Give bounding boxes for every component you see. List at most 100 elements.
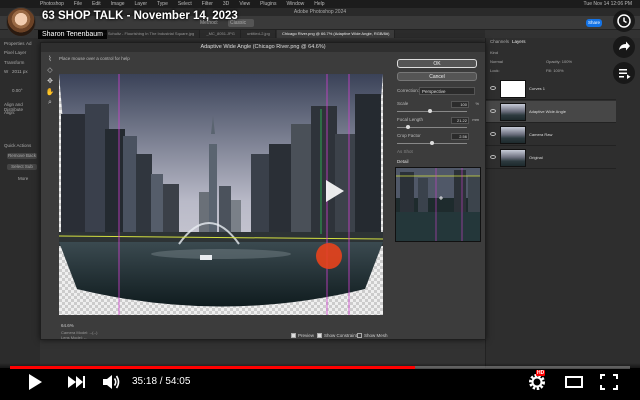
menu-item[interactable]: File [74, 1, 82, 7]
menu-item[interactable]: Window [286, 1, 304, 7]
fill-field[interactable]: Fill: 100% [546, 68, 606, 74]
next-icon[interactable] [65, 372, 87, 392]
doc-tab[interactable]: untitled-2.jpg [242, 30, 276, 38]
show-mesh-label: Show Mesh [364, 333, 388, 338]
center-play-icon[interactable] [326, 180, 344, 202]
preview-checkbox[interactable]: Preview [291, 333, 314, 339]
playlist-button[interactable] [613, 62, 635, 84]
menu-item[interactable]: Photoshop [40, 1, 64, 7]
play-icon[interactable] [24, 372, 46, 392]
layer-name: Adaptive Wide Angle [529, 109, 566, 114]
doc-tab[interactable]: John Schultz - Flourishing In The Indust… [93, 30, 201, 38]
focal-length-input[interactable]: 21.22 [451, 117, 469, 124]
menu-item[interactable]: Layer [135, 1, 148, 7]
progress-bar-played [10, 366, 415, 369]
correction-select[interactable]: Perspective [419, 87, 475, 95]
layer-row[interactable]: Curves 1 [486, 78, 616, 100]
eye-icon[interactable] [490, 132, 496, 136]
scale-control: Scale 100 % [397, 101, 481, 113]
lens-model: Lens Model: -- [61, 335, 87, 340]
menu-item[interactable]: View [239, 1, 250, 7]
as-shot-checkbox[interactable]: As Shot [397, 149, 481, 154]
constraint-tool-icon[interactable]: ⌇ [44, 55, 56, 66]
focal-length-label: Focal Length [397, 117, 424, 122]
channels-tab[interactable]: Channels [490, 39, 509, 44]
layers-tab[interactable]: Layers [512, 39, 526, 44]
adjustments-tab[interactable]: Ad [26, 41, 32, 46]
menu-item[interactable]: Type [157, 1, 168, 7]
menu-item[interactable]: Plugins [260, 1, 276, 7]
hand-tool-icon[interactable]: ✋ [44, 88, 56, 99]
detail-preview [395, 167, 481, 242]
scale-slider-track[interactable] [397, 111, 467, 112]
detail-preview-image [396, 168, 480, 241]
video-title[interactable]: 63 SHOP TALK - November 14, 2023 [42, 10, 238, 22]
quick-actions-label: Quick Actions [4, 143, 32, 148]
width-value[interactable]: 2011 px [12, 69, 28, 74]
ok-button[interactable]: OK [397, 59, 477, 68]
transform-label: Transform [4, 60, 25, 65]
system-clock: Tue Nov 14 12:06 PM [583, 1, 632, 7]
checkbox-icon[interactable] [357, 333, 362, 339]
scale-label: Scale [397, 101, 409, 106]
scale-input[interactable]: 100 [451, 101, 469, 108]
dialog-hint: Place mouse over a control for help [59, 56, 130, 61]
duration: 54:05 [165, 376, 191, 387]
select-subject-button[interactable]: Select Sub [7, 164, 37, 170]
menu-item[interactable]: 3D [223, 1, 229, 7]
playlist-icon [619, 69, 631, 79]
properties-tab[interactable]: Properties [4, 41, 25, 46]
menu-item[interactable]: Edit [92, 1, 101, 7]
layer-row[interactable]: Original [486, 147, 616, 169]
show-mesh-checkbox[interactable]: Show Mesh [357, 333, 388, 339]
menu-item[interactable]: Image [111, 1, 125, 7]
dialog-toolbox: ⌇ ◇ ✥ ✋ ⌕ [44, 55, 56, 110]
volume-icon[interactable] [100, 372, 122, 392]
crop-factor-control: Crop Factor 2.56 [397, 133, 481, 145]
eye-icon[interactable] [490, 86, 496, 90]
theater-icon[interactable] [563, 372, 585, 392]
kind-filter[interactable]: Kind [490, 50, 620, 56]
zoom-level[interactable]: 64.6% [61, 323, 74, 328]
eye-icon[interactable] [490, 109, 496, 113]
cancel-button[interactable]: Cancel [397, 72, 477, 81]
pixel-layer-label: Pixel Layer [4, 50, 27, 55]
zoom-tool-icon[interactable]: ⌕ [44, 99, 56, 110]
show-constraints-checkbox[interactable]: Show Constraints [317, 333, 359, 339]
move-tool-icon[interactable]: ✥ [44, 77, 56, 88]
menu-item[interactable]: Help [314, 1, 324, 7]
camera-info: Camera Model: --(--) Lens Model: -- [61, 330, 97, 340]
menu-item[interactable]: Select [178, 1, 192, 7]
layer-row-selected[interactable]: Adaptive Wide Angle [486, 101, 616, 123]
time-display: 35:18 / 54:05 [132, 376, 190, 387]
share-icon [619, 41, 630, 51]
share-video-button[interactable] [613, 36, 635, 58]
current-time: 35:18 [132, 376, 158, 387]
dialog-title: Adaptive Wide Angle (Chicago River.png @… [41, 43, 485, 52]
progress-bar[interactable] [10, 366, 630, 369]
crop-factor-input[interactable]: 2.56 [451, 133, 469, 140]
layer-row[interactable]: Camera Raw [486, 124, 616, 146]
fullscreen-icon[interactable] [598, 372, 620, 392]
align-sub-label: Align: [4, 110, 16, 115]
checkbox-icon[interactable] [291, 333, 296, 339]
focal-length-slider-knob[interactable] [405, 125, 410, 129]
remove-background-button[interactable]: Remove Back [7, 153, 37, 159]
eye-icon[interactable] [490, 155, 496, 159]
doc-tab-active[interactable]: Chicago River.png @ 66.7% (Adaptive Wide… [277, 30, 396, 38]
menu-item[interactable]: Filter [202, 1, 213, 7]
more-link[interactable]: More [18, 176, 28, 181]
polygon-constraint-tool-icon[interactable]: ◇ [44, 66, 56, 77]
opacity-field[interactable]: Opacity: 100% [546, 59, 606, 65]
angle-value[interactable]: 0.00° [12, 88, 23, 93]
channel-avatar[interactable] [6, 7, 36, 37]
checkbox-icon[interactable] [317, 333, 322, 339]
crop-factor-slider-knob[interactable] [430, 141, 434, 145]
watch-later-button[interactable] [613, 10, 635, 32]
share-button[interactable]: Share [586, 19, 602, 27]
doc-tab[interactable]: _MC_8051.JPG [201, 30, 241, 38]
focal-length-unit: mm [472, 117, 479, 122]
channel-name[interactable]: Sharon Tenenbaum [38, 30, 107, 39]
scale-slider-knob[interactable] [427, 109, 432, 113]
layer-thumbnail [500, 149, 526, 167]
